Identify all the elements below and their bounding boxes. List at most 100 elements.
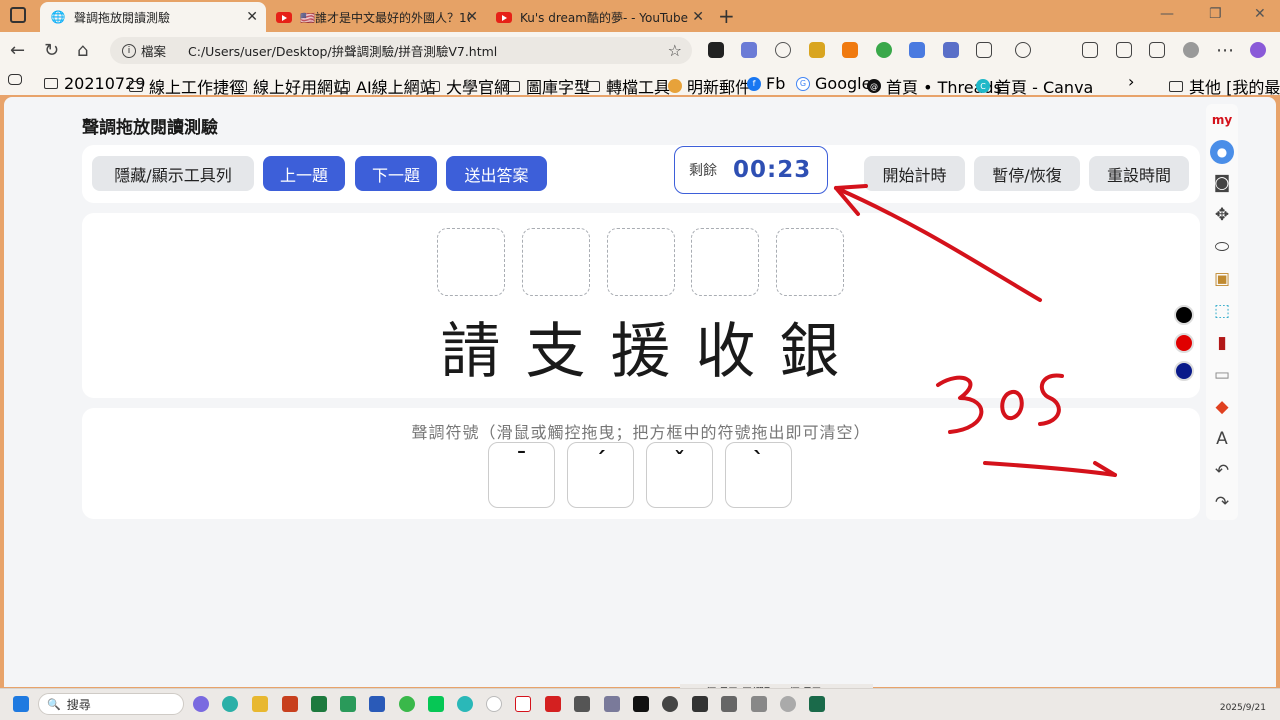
app-icon[interactable] [809, 696, 825, 712]
users-icon[interactable]: ● [1210, 140, 1234, 164]
bookmark-link[interactable]: C 首頁 - Canva [976, 74, 1093, 98]
camera-icon[interactable]: ◙ [1210, 171, 1234, 195]
file-explorer-icon[interactable] [252, 696, 268, 712]
pen-color-navy[interactable] [1174, 361, 1194, 381]
toggle-toolbar-button[interactable]: 隱藏/顯示工具列 [92, 156, 254, 191]
app-icon[interactable] [457, 696, 473, 712]
bookmark-folder[interactable]: AI線上網站 [336, 74, 436, 98]
app-icon[interactable] [574, 696, 590, 712]
favorites-icon[interactable] [1048, 42, 1064, 58]
capcut-icon[interactable] [633, 696, 649, 712]
bookmark-link[interactable]: 明新郵件 [668, 74, 751, 98]
bookmark-bar-icon[interactable] [8, 74, 28, 85]
minimize-icon[interactable]: — [1160, 6, 1174, 22]
address-bar[interactable]: i 檔案 C:/Users/user/Desktop/拚聲調測驗/拼音測驗V7.… [110, 37, 692, 64]
acrobat-icon[interactable] [545, 696, 561, 712]
chart-extension-icon[interactable] [943, 42, 959, 58]
prev-question-button[interactable]: 上一題 [263, 156, 345, 191]
new-tab-icon[interactable]: + [718, 4, 735, 28]
app-icon[interactable] [721, 696, 737, 712]
chat-extension-icon[interactable] [775, 42, 791, 58]
app-icon[interactable] [751, 696, 767, 712]
pen-color-black[interactable] [1174, 305, 1194, 325]
extension-icon[interactable] [876, 42, 892, 58]
extension-icon[interactable] [809, 42, 825, 58]
tab-youtube-1[interactable]: 🇺🇸誰才是中文最好的外國人？10( ✕ [266, 2, 486, 32]
close-icon[interactable]: ✕ [466, 9, 478, 25]
tone-mark-draggable[interactable]: ˉ [488, 442, 555, 508]
text-tool-icon[interactable]: A [1210, 427, 1234, 451]
mouse-icon[interactable]: ⬭ [1210, 235, 1234, 259]
profile-avatar[interactable] [1183, 42, 1199, 58]
tab-youtube-2[interactable]: Ku's dream酷的夢- - YouTube ✕ [486, 2, 712, 32]
bookmark-link[interactable]: f Fb [747, 74, 785, 93]
tone-mark-draggable[interactable]: ˇ [646, 442, 713, 508]
tone-drop-slot[interactable] [691, 228, 759, 296]
marker-icon[interactable]: ▮ [1210, 331, 1234, 355]
edge-icon[interactable] [222, 696, 238, 712]
bookmark-link[interactable]: G Google [796, 74, 871, 93]
more-menu-icon[interactable]: ⋯ [1216, 40, 1234, 61]
pause-resume-button[interactable]: 暫停/恢復 [974, 156, 1080, 191]
tab-actions-icon[interactable] [10, 7, 26, 23]
tone-drop-slot[interactable] [437, 228, 505, 296]
my-logo-icon[interactable]: my [1210, 108, 1234, 132]
bookmark-folder[interactable]: 其他 [我的最愛] [1169, 74, 1280, 98]
tone-drop-slot[interactable] [776, 228, 844, 296]
tone-mark-draggable[interactable]: ˋ [725, 442, 792, 508]
word-icon[interactable] [369, 696, 385, 712]
app-icon[interactable] [662, 696, 678, 712]
taskbar-search[interactable]: 🔍 搜尋 [38, 693, 184, 715]
bookmark-folder[interactable]: 轉檔工具 [586, 74, 670, 98]
start-timer-button[interactable]: 開始計時 [864, 156, 965, 191]
share-icon[interactable] [1149, 42, 1165, 58]
d-extension-icon[interactable] [909, 42, 925, 58]
close-icon[interactable]: ✕ [692, 9, 704, 25]
my-app-icon[interactable] [515, 696, 531, 712]
tab-active[interactable]: 🌐 聲調拖放閱讀測驗 ✕ [40, 2, 266, 32]
pen-color-red[interactable] [1174, 333, 1194, 353]
close-window-icon[interactable]: ✕ [1254, 6, 1266, 22]
bookmark-folder[interactable]: 大學官網 [426, 74, 510, 98]
link-extension-icon[interactable] [741, 42, 757, 58]
copilot-taskbar-icon[interactable] [193, 696, 209, 712]
copilot-icon[interactable] [1250, 42, 1266, 58]
redo-icon[interactable]: ↷ [1210, 491, 1234, 515]
bookmark-folder[interactable]: 線上工作捷徑 [129, 74, 245, 98]
info-icon[interactable]: i [122, 43, 136, 58]
tone-mark-draggable[interactable]: ˊ [567, 442, 634, 508]
move-icon[interactable]: ✥ [1210, 203, 1234, 227]
submit-answer-button[interactable]: 送出答案 [446, 156, 547, 191]
extension-icon[interactable] [1015, 42, 1031, 58]
tone-drop-slot[interactable] [522, 228, 590, 296]
powerpoint-icon[interactable] [282, 696, 298, 712]
shapes-icon[interactable]: ◆ [1210, 395, 1234, 419]
app-icon[interactable] [486, 696, 502, 712]
bookmark-folder[interactable]: 圖庫字型 [506, 74, 590, 98]
reload-icon[interactable]: ↻ [44, 40, 59, 61]
tone-drop-slot[interactable] [607, 228, 675, 296]
box-icon[interactable]: ▣ [1210, 267, 1234, 291]
maximize-icon[interactable]: ❐ [1209, 6, 1222, 22]
app-icon[interactable] [340, 696, 356, 712]
excel-icon[interactable] [311, 696, 327, 712]
next-question-button[interactable]: 下一題 [355, 156, 437, 191]
screenshot-icon[interactable] [1116, 42, 1132, 58]
extension-icon[interactable] [708, 42, 724, 58]
bookmarks-more-icon[interactable]: › [1128, 72, 1134, 91]
app-icon[interactable] [399, 696, 415, 712]
close-icon[interactable]: ✕ [246, 9, 258, 25]
windows-start-icon[interactable] [13, 696, 29, 712]
collections-icon[interactable] [1082, 42, 1098, 58]
back-icon[interactable]: ← [10, 40, 25, 61]
terminal-icon[interactable] [692, 696, 708, 712]
line-icon[interactable] [428, 696, 444, 712]
bookmark-folder[interactable]: 線上好用網站 [233, 74, 349, 98]
puzzle-icon[interactable] [976, 42, 992, 58]
app-icon[interactable] [604, 696, 620, 712]
app-icon[interactable] [780, 696, 796, 712]
home-icon[interactable]: ⌂ [77, 40, 88, 61]
undo-icon[interactable]: ↶ [1210, 459, 1234, 483]
select-icon[interactable]: ⬚ [1210, 299, 1234, 323]
favorite-star-icon[interactable]: ☆ [668, 41, 682, 60]
